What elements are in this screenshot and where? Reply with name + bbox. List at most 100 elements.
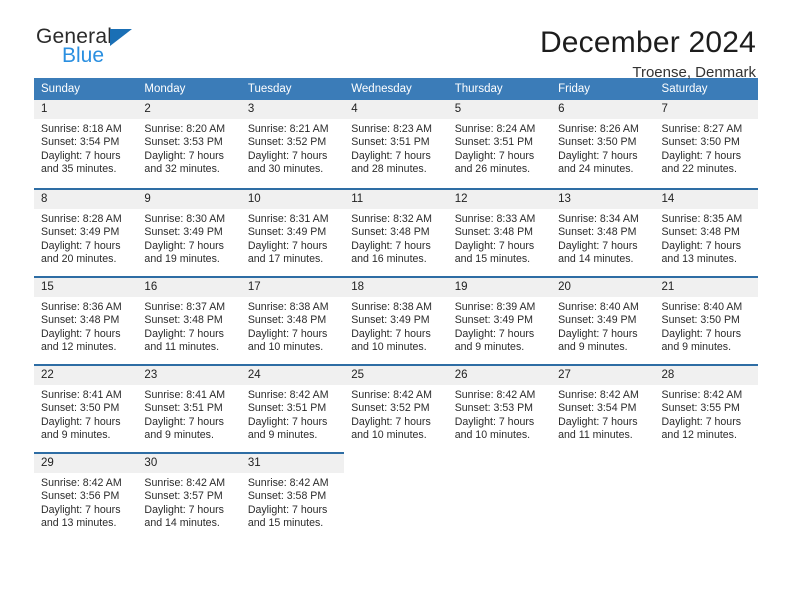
calendar-day-cell[interactable]: 29 Sunrise: 8:42 AM Sunset: 3:56 PM Dayligh…: [34, 452, 138, 540]
day-details: Sunrise: 8:33 AM Sunset: 3:48 PM Daylight:…: [448, 209, 551, 267]
calendar-day-cell[interactable]: 31 Sunrise: 8:42 AM Sunset: 3:58 PM Dayligh…: [240, 452, 345, 540]
daylight-text-2: and 11 minutes.: [144, 341, 220, 354]
daylight-text-2: and 9 minutes.: [144, 429, 214, 442]
sunrise-text: Sunrise: 8:38 AM: [247, 301, 329, 313]
day-details: Sunrise: 8:31 AM Sunset: 3:49 PM Daylight:…: [241, 209, 344, 267]
sunset-text: Sunset: 3:51 PM: [144, 402, 223, 415]
weekday-header-monday: Monday: [137, 78, 241, 100]
calendar-day-cell[interactable]: 2 Sunrise: 8:20 AM Sunset: 3:53 PM Daylight…: [137, 100, 241, 188]
daylight-text-2: and 11 minutes.: [558, 429, 633, 442]
day-details: Sunrise: 8:38 AM Sunset: 3:49 PM Daylight:…: [344, 297, 447, 355]
day-details: Sunrise: 8:35 AM Sunset: 3:48 PM Daylight:…: [655, 209, 758, 267]
calendar-day-cell[interactable]: 5 Sunrise: 8:24 AM Sunset: 3:51 PM Daylight…: [447, 100, 552, 188]
calendar-day-cell[interactable]: 3 Sunrise: 8:21 AM Sunset: 3:52 PM Daylight…: [240, 100, 345, 188]
calendar-day-cell[interactable]: 13 Sunrise: 8:34 AM Sunset: 3:48 PM Dayligh…: [551, 188, 655, 276]
day-number: 15: [34, 278, 138, 297]
calendar-day-cell[interactable]: 1 Sunrise: 8:18 AM Sunset: 3:54 PM Daylight…: [34, 100, 138, 188]
daylight-text-2: and 10 minutes.: [351, 429, 427, 442]
day-number: 12: [447, 190, 552, 209]
day-number: 7: [654, 100, 758, 119]
calendar-day-cell[interactable]: 11 Sunrise: 8:32 AM Sunset: 3:48 PM Dayligh…: [344, 188, 448, 276]
calendar-day-cell[interactable]: 27 Sunrise: 8:42 AM Sunset: 3:54 PM Dayligh…: [551, 364, 655, 452]
calendar-day-cell[interactable]: 12 Sunrise: 8:33 AM Sunset: 3:48 PM Dayligh…: [447, 188, 552, 276]
calendar-day-cell[interactable]: 8 Sunrise: 8:28 AM Sunset: 3:49 PM Daylight…: [34, 188, 138, 276]
day-details: Sunrise: 8:28 AM Sunset: 3:49 PM Daylight:…: [34, 209, 137, 267]
calendar-day-cell[interactable]: 4 Sunrise: 8:23 AM Sunset: 3:51 PM Daylight…: [344, 100, 448, 188]
daylight-text-1: Daylight: 7 hours: [454, 327, 535, 340]
sunset-text: Sunset: 3:48 PM: [41, 314, 120, 327]
sunset-text: Sunset: 3:57 PM: [144, 490, 223, 503]
title-block: December 2024 Troense, Denmark: [540, 26, 758, 83]
day-number: 28: [654, 366, 758, 385]
calendar-day-cell[interactable]: 21 Sunrise: 8:40 AM Sunset: 3:50 PM Dayligh…: [654, 276, 758, 364]
calendar-day-cell[interactable]: 24 Sunrise: 8:42 AM Sunset: 3:51 PM Dayligh…: [240, 364, 345, 452]
calendar-day-cell[interactable]: 16 Sunrise: 8:37 AM Sunset: 3:48 PM Dayligh…: [137, 276, 241, 364]
daylight-text-1: Daylight: 7 hours: [144, 239, 224, 252]
daylight-text-2: and 17 minutes.: [247, 253, 324, 266]
calendar-day-cell[interactable]: 18 Sunrise: 8:38 AM Sunset: 3:49 PM Dayligh…: [344, 276, 448, 364]
day-number: 2: [137, 100, 241, 119]
day-number: 27: [551, 366, 655, 385]
daylight-text-2: and 28 minutes.: [351, 163, 427, 176]
day-details: Sunrise: 8:30 AM Sunset: 3:49 PM Daylight:…: [137, 209, 240, 267]
sunrise-text: Sunrise: 8:21 AM: [247, 123, 329, 135]
brand-logo: General Blue: [34, 26, 216, 66]
daylight-text-1: Daylight: 7 hours: [661, 239, 742, 252]
calendar-day-cell[interactable]: 30 Sunrise: 8:42 AM Sunset: 3:57 PM Dayligh…: [137, 452, 241, 540]
sunrise-text: Sunrise: 8:18 AM: [41, 123, 122, 135]
daylight-text-1: Daylight: 7 hours: [247, 503, 328, 516]
brand-name-bottom: Blue: [62, 44, 105, 67]
day-number: 19: [447, 278, 552, 297]
sunset-text: Sunset: 3:55 PM: [661, 402, 740, 415]
sunrise-text: Sunrise: 8:42 AM: [144, 477, 226, 489]
daylight-text-1: Daylight: 7 hours: [558, 239, 638, 252]
day-details: Sunrise: 8:42 AM Sunset: 3:55 PM Daylight:…: [655, 385, 758, 443]
day-details: [344, 473, 447, 477]
calendar-day-cell[interactable]: 6 Sunrise: 8:26 AM Sunset: 3:50 PM Daylight…: [551, 100, 655, 188]
sunrise-text: Sunrise: 8:42 AM: [661, 389, 743, 401]
day-details: Sunrise: 8:39 AM Sunset: 3:49 PM Daylight:…: [448, 297, 551, 355]
day-number: [448, 454, 551, 473]
calendar-day-cell[interactable]: 20 Sunrise: 8:40 AM Sunset: 3:49 PM Dayligh…: [551, 276, 655, 364]
sunrise-text: Sunrise: 8:31 AM: [247, 213, 329, 225]
sunset-text: Sunset: 3:50 PM: [558, 136, 637, 149]
calendar-day-cell[interactable]: 25 Sunrise: 8:42 AM Sunset: 3:52 PM Dayligh…: [344, 364, 448, 452]
calendar-day-cell[interactable]: 26 Sunrise: 8:42 AM Sunset: 3:53 PM Dayligh…: [447, 364, 552, 452]
calendar-day-cell[interactable]: 17 Sunrise: 8:38 AM Sunset: 3:48 PM Dayligh…: [240, 276, 345, 364]
sunset-text: Sunset: 3:50 PM: [41, 402, 120, 415]
weekday-header-tuesday: Tuesday: [240, 78, 345, 100]
daylight-text-2: and 10 minutes.: [454, 429, 531, 442]
calendar-body: 1 Sunrise: 8:18 AM Sunset: 3:54 PM Daylight…: [34, 100, 758, 540]
calendar-day-cell[interactable]: 23 Sunrise: 8:41 AM Sunset: 3:51 PM Dayligh…: [137, 364, 241, 452]
sunrise-text: Sunrise: 8:35 AM: [661, 213, 743, 225]
calendar-week-row: 8 Sunrise: 8:28 AM Sunset: 3:49 PM Daylight…: [34, 188, 758, 276]
day-number: 30: [137, 454, 241, 473]
calendar-day-cell[interactable]: 28 Sunrise: 8:42 AM Sunset: 3:55 PM Dayligh…: [654, 364, 758, 452]
daylight-text-2: and 12 minutes.: [661, 429, 737, 442]
sunrise-text: Sunrise: 8:41 AM: [144, 389, 226, 401]
sunrise-text: Sunrise: 8:37 AM: [144, 301, 226, 313]
sunset-text: Sunset: 3:51 PM: [454, 136, 534, 149]
calendar-day-cell[interactable]: 7 Sunrise: 8:27 AM Sunset: 3:50 PM Daylight…: [654, 100, 758, 188]
sunset-text: Sunset: 3:56 PM: [41, 490, 120, 503]
sunset-text: Sunset: 3:53 PM: [454, 402, 534, 415]
day-details: Sunrise: 8:42 AM Sunset: 3:58 PM Daylight:…: [241, 473, 344, 531]
calendar-day-cell[interactable]: 14 Sunrise: 8:35 AM Sunset: 3:48 PM Dayligh…: [654, 188, 758, 276]
daylight-text-1: Daylight: 7 hours: [41, 239, 121, 252]
day-number: 3: [240, 100, 345, 119]
calendar-day-cell[interactable]: 22 Sunrise: 8:41 AM Sunset: 3:50 PM Dayligh…: [34, 364, 138, 452]
daylight-text-2: and 22 minutes.: [661, 163, 737, 176]
calendar-day-cell[interactable]: 15 Sunrise: 8:36 AM Sunset: 3:48 PM Dayligh…: [34, 276, 138, 364]
sunrise-text: Sunrise: 8:39 AM: [454, 301, 536, 313]
day-details: Sunrise: 8:42 AM Sunset: 3:51 PM Daylight:…: [241, 385, 344, 443]
day-details: Sunrise: 8:41 AM Sunset: 3:50 PM Daylight:…: [34, 385, 137, 443]
sunset-text: Sunset: 3:54 PM: [558, 402, 637, 415]
daylight-text-1: Daylight: 7 hours: [351, 415, 431, 428]
sunset-text: Sunset: 3:49 PM: [454, 314, 534, 327]
sunset-text: Sunset: 3:54 PM: [41, 136, 120, 149]
day-details: [448, 473, 551, 477]
sunrise-text: Sunrise: 8:27 AM: [661, 123, 743, 135]
calendar-day-cell[interactable]: 19 Sunrise: 8:39 AM Sunset: 3:49 PM Dayligh…: [447, 276, 552, 364]
calendar-day-cell[interactable]: 9 Sunrise: 8:30 AM Sunset: 3:49 PM Daylight…: [137, 188, 241, 276]
calendar-day-cell[interactable]: 10 Sunrise: 8:31 AM Sunset: 3:49 PM Dayligh…: [240, 188, 345, 276]
